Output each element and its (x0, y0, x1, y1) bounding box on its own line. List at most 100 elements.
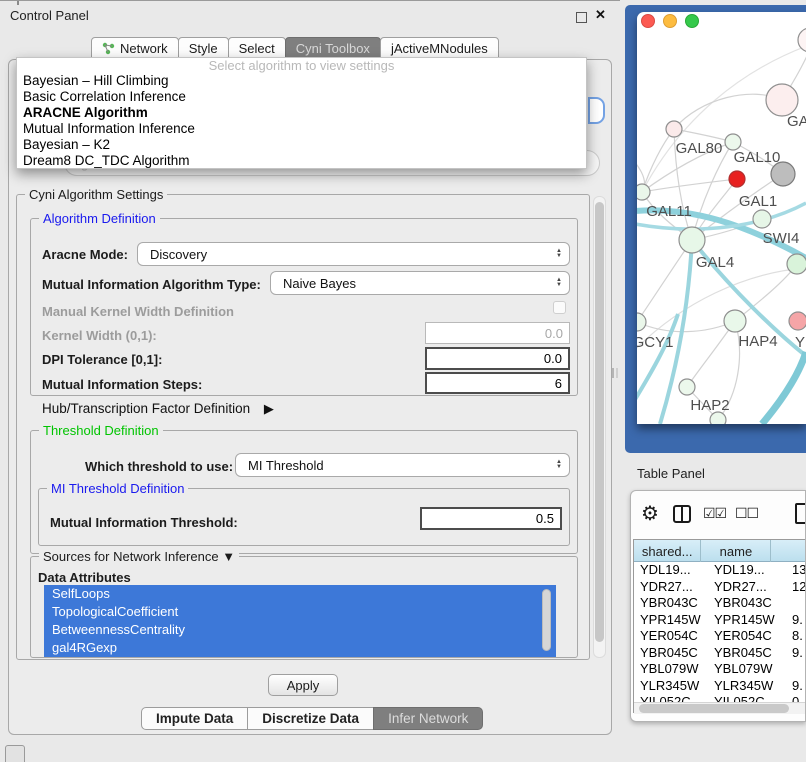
table-cell: YBR043C (714, 595, 772, 610)
which-threshold-combo[interactable]: MI Threshold ▲▼ (235, 453, 570, 477)
algorithm-option[interactable]: Basic Correlation Inference (17, 89, 586, 105)
tab-label: Style (189, 41, 218, 56)
mi-threshold-field[interactable]: 0.5 (420, 507, 562, 530)
node-gal10[interactable] (725, 134, 741, 150)
table-row[interactable]: YPR145WYPR145W9. (634, 612, 806, 629)
network-edge[interactable] (762, 352, 806, 424)
algorithm-option[interactable]: ARACNE Algorithm (17, 105, 586, 121)
algorithm-dropdown-popup: Select algorithm to view settings Bayesi… (16, 57, 587, 169)
tab-impute-data[interactable]: Impute Data (141, 707, 248, 730)
close-panel-icon[interactable]: ✕ (595, 7, 606, 23)
dpi-tolerance-label: DPI Tolerance [0,1]: (42, 352, 162, 367)
algorithm-option[interactable]: Bayesian – Hill Climbing (17, 73, 586, 89)
algorithm-option[interactable]: Bayesian – K2 (17, 137, 586, 153)
table-cell: 9. (792, 612, 803, 627)
aracne-mode-combo[interactable]: Discovery ▲▼ (137, 242, 570, 266)
table-cell: 13 (792, 562, 806, 577)
algorithm-dropdown-list: Bayesian – Hill ClimbingBasic Correlatio… (17, 73, 586, 169)
dpi-tolerance-field[interactable]: 0.0 (425, 347, 570, 370)
node-gal1[interactable] (753, 210, 771, 228)
node-y-pink[interactable] (789, 312, 806, 330)
table-row[interactable]: YDR27...YDR27...12 (634, 579, 806, 596)
attribute-item[interactable]: BetweennessCentrality (44, 621, 556, 639)
splitter-grip[interactable] (612, 368, 618, 378)
mi-steps-field[interactable]: 6 (425, 372, 570, 394)
network-edge[interactable] (735, 264, 797, 321)
node-gal11[interactable] (637, 184, 650, 200)
apply-label: Apply (287, 678, 320, 693)
mi-threshold-value: 0.5 (536, 511, 554, 526)
table-hscrollbar-thumb[interactable] (639, 704, 789, 713)
algorithm-dropdown-placeholder: Select algorithm to view settings (17, 58, 586, 73)
network-edge[interactable] (637, 321, 735, 332)
node-hap2[interactable] (679, 379, 695, 395)
table-cell: YBL079W (714, 661, 773, 676)
table-row[interactable]: YER054CYER054C8. (634, 628, 806, 645)
node-gal80[interactable] (666, 121, 682, 137)
float-window-icon[interactable] (576, 12, 587, 23)
table-cell: YIL052C (714, 694, 765, 702)
hub-definition-toggle[interactable]: Hub/Transcription Factor Definition ▶ (42, 401, 274, 417)
data-attributes-list[interactable]: SelfLoopsTopologicalCoefficientBetweenne… (44, 585, 556, 657)
mi-algorithm-type-label: Mutual Information Algorithm Type: (42, 277, 261, 292)
algorithm-option[interactable]: Dream8 DC_TDC Algorithm (17, 153, 586, 169)
tab-label: Infer Network (388, 711, 468, 726)
attributes-scrollbar-thumb[interactable] (542, 589, 551, 651)
data-attributes-label: Data Attributes (38, 570, 131, 585)
table-cell: YLR345W (640, 678, 699, 693)
column-header[interactable]: shared... (634, 540, 701, 562)
network-edge[interactable] (642, 179, 737, 192)
column-header[interactable] (771, 540, 806, 562)
attribute-item[interactable]: SelfLoops (44, 585, 556, 603)
collapse-down-icon[interactable]: ▼ (222, 549, 235, 564)
algorithm-option[interactable]: Mutual Information Inference (17, 121, 586, 137)
screen: { "icons": { "gear": "⚙", "checks_on": "… (0, 0, 806, 762)
node-swi4[interactable] (787, 254, 806, 274)
node-gcy1-label: GCY1 (637, 334, 673, 351)
table-row[interactable]: YLR345WYLR345W9. (634, 678, 806, 695)
table-hscrollbar[interactable] (634, 702, 806, 714)
manual-kernel-checkbox[interactable] (553, 301, 566, 314)
collapsed-panel-icon[interactable] (5, 745, 25, 762)
settings-scrollbar[interactable] (593, 196, 606, 658)
table-row[interactable]: YDL19...YDL19...13 (634, 562, 806, 579)
attribute-item[interactable]: TopologicalCoefficient (44, 603, 556, 621)
document-icon[interactable] (795, 503, 806, 524)
node-gal4[interactable] (679, 227, 705, 253)
gear-icon[interactable]: ⚙ (641, 503, 659, 525)
table-row[interactable]: YBR045CYBR045C9. (634, 645, 806, 662)
sources-title: Sources for Network Inference ▼ (39, 549, 239, 564)
columns-icon[interactable] (673, 505, 691, 523)
node-gcy1[interactable] (637, 313, 646, 331)
table-row[interactable]: YIL052CYIL052C0. (634, 694, 806, 702)
node-table: shared...name YDL19...YDL19...13YDR27...… (633, 539, 806, 713)
apply-button[interactable]: Apply (268, 674, 338, 696)
mi-algorithm-type-combo[interactable]: Naive Bayes ▲▼ (270, 271, 570, 295)
node-gal[interactable] (766, 84, 798, 116)
network-tab-icon (102, 42, 115, 55)
node-y-pink-label: Y (795, 334, 805, 351)
table-cell: YBR045C (640, 645, 698, 660)
table-row[interactable]: YBL079WYBL079W (634, 661, 806, 678)
aracne-mode-label: Aracne Mode: (42, 247, 128, 262)
tab-label: Impute Data (156, 711, 233, 726)
tab-infer-network[interactable]: Infer Network (373, 707, 483, 730)
attribute-item[interactable]: gal4RGexp (44, 639, 556, 657)
tab-discretize-data[interactable]: Discretize Data (247, 707, 374, 730)
node-red[interactable] (729, 171, 745, 187)
deselect-all-checks-icon[interactable]: ☐☐ (735, 505, 758, 522)
expand-right-icon[interactable]: ▶ (264, 401, 274, 416)
kernel-width-field[interactable]: 0.0 (425, 322, 570, 344)
select-all-checks-icon[interactable]: ☑☑ (703, 505, 726, 522)
network-view-window[interactable]: GALGAL80GAL10GAL1GAL11SWI4GAL4GCY1HAP4YH… (637, 12, 806, 424)
node-hap4-label: HAP4 (738, 333, 777, 350)
stepper-icon: ▲▼ (556, 249, 562, 259)
table-row[interactable]: YBR043CYBR043C (634, 595, 806, 612)
stepper-icon: ▲▼ (556, 460, 562, 470)
node-hap4[interactable] (724, 310, 746, 332)
table-body: YDL19...YDL19...13YDR27...YDR27...12YBR0… (634, 562, 806, 702)
network-canvas[interactable]: GALGAL80GAL10GAL1GAL11SWI4GAL4GCY1HAP4YH… (637, 12, 806, 424)
mi-threshold-label: Mutual Information Threshold: (50, 515, 238, 530)
settings-scrollbar-thumb[interactable] (595, 202, 604, 642)
column-header[interactable]: name (701, 540, 771, 562)
